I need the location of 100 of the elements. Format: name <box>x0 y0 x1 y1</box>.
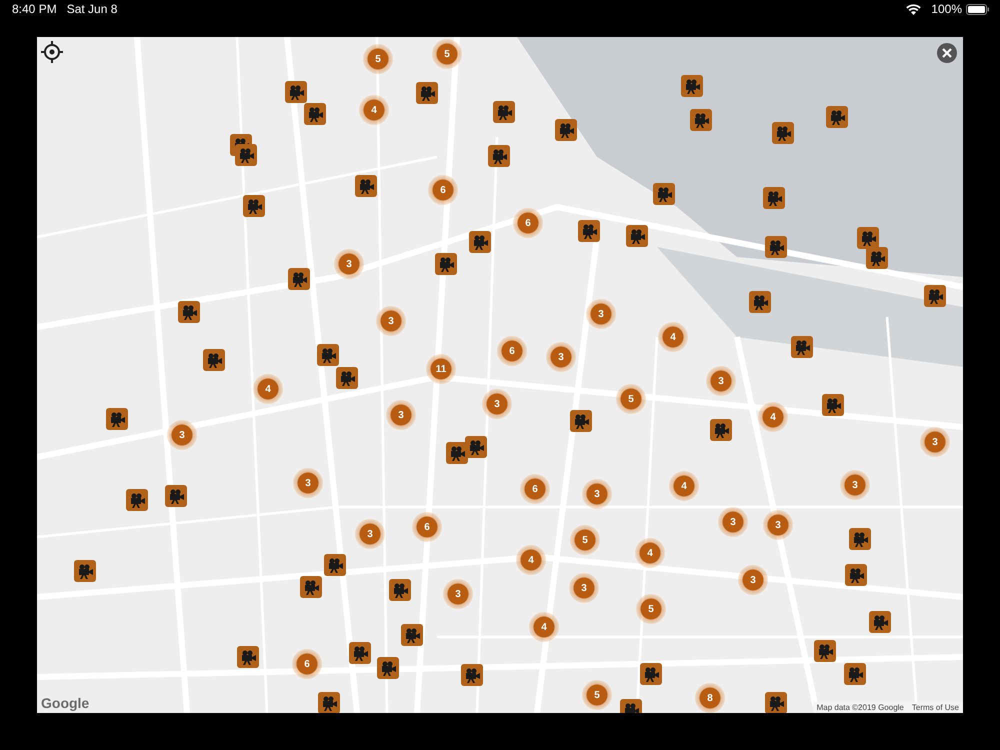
camera-marker-icon[interactable] <box>578 220 600 242</box>
cluster-marker[interactable]: 3 <box>840 470 870 500</box>
cluster-marker[interactable]: 3 <box>334 249 364 279</box>
cluster-marker[interactable]: 6 <box>412 512 442 542</box>
cluster-marker[interactable]: 3 <box>443 579 473 609</box>
camera-marker-icon[interactable] <box>300 576 322 598</box>
cluster-marker[interactable]: 5 <box>363 44 393 74</box>
camera-marker-icon[interactable] <box>349 642 371 664</box>
camera-marker-icon[interactable] <box>355 175 377 197</box>
camera-marker-icon[interactable] <box>763 187 785 209</box>
cluster-marker[interactable]: 3 <box>386 400 416 430</box>
cluster-marker[interactable]: 4 <box>516 545 546 575</box>
camera-marker-icon[interactable] <box>237 646 259 668</box>
camera-marker-icon[interactable] <box>377 657 399 679</box>
cluster-marker[interactable]: 6 <box>428 175 458 205</box>
camera-marker-icon[interactable] <box>765 692 787 713</box>
camera-marker-icon[interactable] <box>318 692 340 713</box>
camera-marker-icon[interactable] <box>416 82 438 104</box>
cluster-marker[interactable]: 3 <box>293 468 323 498</box>
cluster-marker[interactable]: 4 <box>758 402 788 432</box>
camera-marker-icon[interactable] <box>640 663 662 685</box>
camera-marker-icon[interactable] <box>710 419 732 441</box>
camera-marker-icon[interactable] <box>401 624 423 646</box>
terms-link[interactable]: Terms of Use <box>912 703 959 712</box>
cluster-marker[interactable]: 3 <box>920 427 950 457</box>
camera-marker-icon[interactable] <box>749 291 771 313</box>
camera-marker-icon[interactable] <box>924 285 946 307</box>
cluster-marker[interactable]: 3 <box>376 306 406 336</box>
camera-marker-icon[interactable] <box>822 394 844 416</box>
cluster-marker[interactable]: 3 <box>582 479 612 509</box>
camera-marker-icon[interactable] <box>324 554 346 576</box>
camera-marker-icon[interactable] <box>765 236 787 258</box>
camera-marker-icon[interactable] <box>493 101 515 123</box>
camera-marker-icon[interactable] <box>555 119 577 141</box>
camera-marker-icon[interactable] <box>844 663 866 685</box>
cluster-marker[interactable]: 3 <box>569 573 599 603</box>
status-time: 8:40 PM <box>12 2 57 16</box>
cluster-marker[interactable]: 4 <box>658 322 688 352</box>
camera-marker-icon[interactable] <box>469 231 491 253</box>
cluster-marker[interactable]: 5 <box>570 525 600 555</box>
camera-marker-icon[interactable] <box>317 344 339 366</box>
camera-marker-icon[interactable] <box>857 227 879 249</box>
cluster-marker[interactable]: 5 <box>432 39 462 69</box>
camera-marker-icon[interactable] <box>165 485 187 507</box>
camera-marker-icon[interactable] <box>288 268 310 290</box>
cluster-marker[interactable]: 4 <box>529 612 559 642</box>
camera-marker-icon[interactable] <box>849 528 871 550</box>
cluster-marker[interactable]: 6 <box>520 474 550 504</box>
camera-marker-icon[interactable] <box>178 301 200 323</box>
camera-marker-icon[interactable] <box>690 109 712 131</box>
cluster-marker[interactable]: 8 <box>695 683 725 713</box>
camera-marker-icon[interactable] <box>845 564 867 586</box>
camera-marker-icon[interactable] <box>446 442 468 464</box>
camera-marker-icon[interactable] <box>814 640 836 662</box>
cluster-marker[interactable]: 4 <box>253 374 283 404</box>
cluster-marker[interactable]: 4 <box>669 471 699 501</box>
cluster-marker[interactable]: 3 <box>167 420 197 450</box>
camera-marker-icon[interactable] <box>435 253 457 275</box>
camera-marker-icon[interactable] <box>336 367 358 389</box>
cluster-marker[interactable]: 3 <box>706 366 736 396</box>
cluster-marker[interactable]: 3 <box>482 389 512 419</box>
cluster-marker[interactable]: 3 <box>355 519 385 549</box>
map-logo: Google <box>41 695 90 711</box>
camera-marker-icon[interactable] <box>304 103 326 125</box>
locate-icon[interactable] <box>41 41 63 63</box>
cluster-marker[interactable]: 3 <box>586 299 616 329</box>
camera-marker-icon[interactable] <box>126 489 148 511</box>
camera-marker-icon[interactable] <box>461 664 483 686</box>
camera-marker-icon[interactable] <box>772 122 794 144</box>
camera-marker-icon[interactable] <box>626 225 648 247</box>
camera-marker-icon[interactable] <box>681 75 703 97</box>
cluster-marker[interactable]: 6 <box>497 336 527 366</box>
cluster-marker[interactable]: 5 <box>636 594 666 624</box>
battery-icon <box>966 4 990 14</box>
cluster-marker[interactable]: 6 <box>513 208 543 238</box>
cluster-marker[interactable]: 5 <box>582 680 612 710</box>
cluster-marker[interactable]: 6 <box>292 649 322 679</box>
cluster-marker[interactable]: 11 <box>426 354 456 384</box>
camera-marker-icon[interactable] <box>106 408 128 430</box>
camera-marker-icon[interactable] <box>235 144 257 166</box>
camera-marker-icon[interactable] <box>826 106 848 128</box>
cluster-marker[interactable]: 3 <box>763 510 793 540</box>
cluster-marker[interactable]: 3 <box>546 342 576 372</box>
cluster-marker[interactable]: 4 <box>359 95 389 125</box>
camera-marker-icon[interactable] <box>389 579 411 601</box>
camera-marker-icon[interactable] <box>74 560 96 582</box>
cluster-marker[interactable]: 3 <box>738 565 768 595</box>
camera-marker-icon[interactable] <box>285 81 307 103</box>
camera-marker-icon[interactable] <box>869 611 891 633</box>
camera-marker-icon[interactable] <box>791 336 813 358</box>
camera-marker-icon[interactable] <box>488 145 510 167</box>
cluster-marker[interactable]: 3 <box>718 507 748 537</box>
camera-marker-icon[interactable] <box>243 195 265 217</box>
camera-marker-icon[interactable] <box>570 410 592 432</box>
cluster-marker[interactable]: 5 <box>616 384 646 414</box>
map-drawing[interactable] <box>37 37 963 713</box>
camera-marker-icon[interactable] <box>203 349 225 371</box>
cluster-marker[interactable]: 4 <box>635 538 665 568</box>
camera-marker-icon[interactable] <box>653 183 675 205</box>
camera-marker-icon[interactable] <box>866 247 888 269</box>
